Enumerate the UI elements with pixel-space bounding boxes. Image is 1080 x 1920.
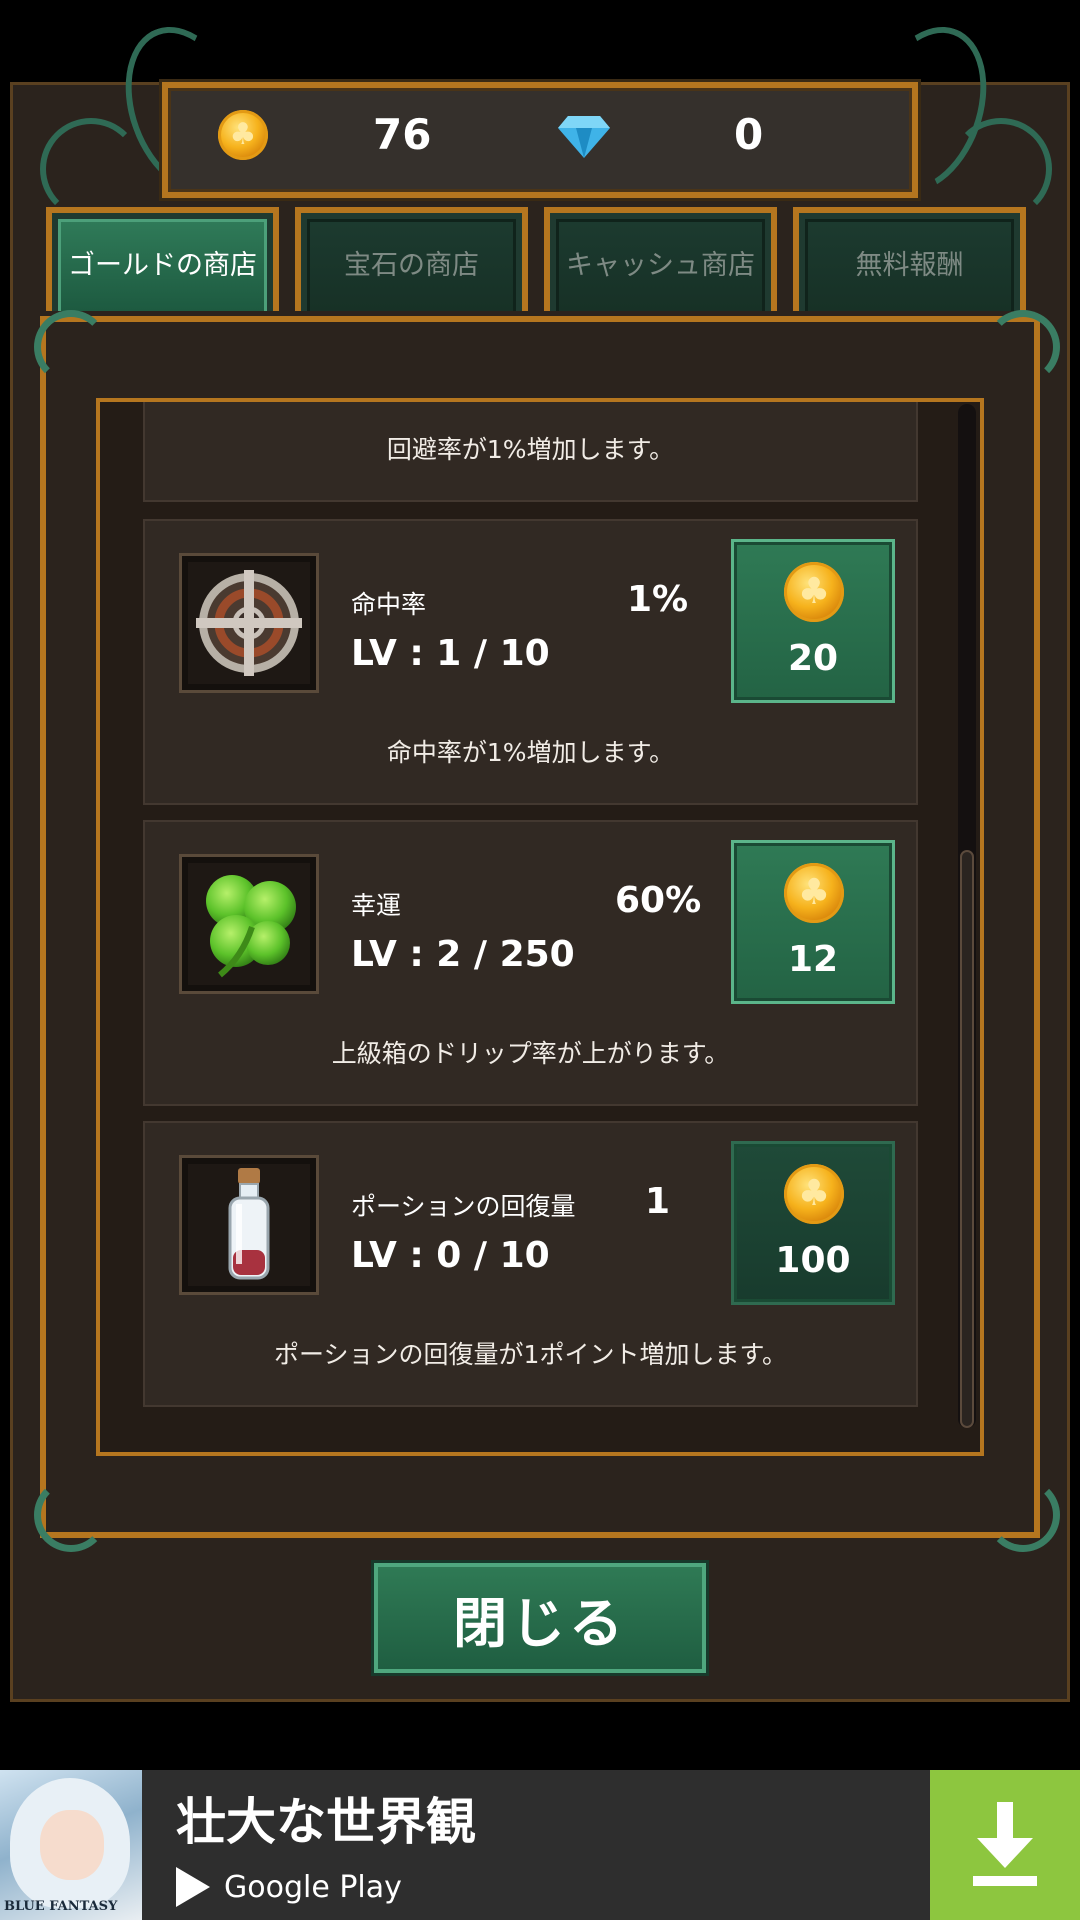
ad-thumbnail-logo: BLUE FANTASY — [4, 1899, 118, 1914]
item-value: 60% — [615, 880, 702, 921]
tab-gold-shop[interactable]: ゴールドの商店 — [46, 207, 279, 311]
buy-button[interactable]: ♣ 12 — [731, 840, 895, 1004]
download-icon — [973, 1802, 1037, 1886]
gem-amount: 0 — [734, 110, 764, 159]
item-description: 上級箱のドリップ率が上がります。 — [331, 1039, 730, 1068]
gold-coin-icon: ♣ — [784, 1164, 844, 1224]
buy-button[interactable]: ♣ 20 — [731, 539, 895, 703]
character-face — [40, 1810, 104, 1880]
play-icon — [176, 1867, 210, 1907]
buy-button[interactable]: ♣ 100 — [731, 1141, 895, 1305]
list-item: 幸運 60% LV : 2 / 250 ♣ 12 上級箱のドリップ率が上がります… — [143, 820, 918, 1106]
price-label: 100 — [775, 1240, 851, 1281]
tab-gem-shop[interactable]: 宝石の商店 — [295, 207, 528, 311]
corner-ornament — [34, 1478, 108, 1552]
tab-label: 宝石の商店 — [344, 249, 479, 281]
store-label: Google Play — [224, 1869, 402, 1905]
item-description: ポーションの回復量が1ポイント増加します。 — [274, 1340, 787, 1369]
price-label: 20 — [787, 638, 839, 679]
crosshair-icon — [196, 570, 302, 676]
ad-thumbnail[interactable]: BLUE FANTASY — [0, 1770, 142, 1920]
list-item: ポーションの回復量 1 LV : 0 / 10 ♣ 100 ポーションの回復量が… — [143, 1121, 918, 1407]
item-icon-frame — [179, 553, 319, 693]
item-level: LV : 2 / 250 — [351, 934, 575, 975]
download-button[interactable] — [930, 1770, 1080, 1920]
item-icon-frame — [179, 854, 319, 994]
google-play-badge[interactable]: Google Play — [176, 1864, 402, 1910]
corner-ornament — [34, 310, 108, 384]
item-description: 回避率が1%増加します。 — [386, 435, 675, 464]
close-button[interactable]: 閉じる — [374, 1563, 706, 1673]
tab-cash-shop[interactable]: キャッシュ商店 — [544, 207, 777, 311]
potion-icon — [228, 1168, 270, 1280]
item-description: 命中率が1%増加します。 — [386, 738, 675, 767]
item-level: LV : 0 / 10 — [351, 1235, 550, 1276]
ad-banner[interactable]: BLUE FANTASY 壮大な世界観 Google Play — [0, 1770, 1080, 1920]
diamond-icon — [558, 116, 610, 158]
tab-free-rewards[interactable]: 無料報酬 — [793, 207, 1026, 311]
price-label: 12 — [787, 939, 839, 980]
item-value: 1% — [627, 579, 689, 620]
gold-amount: 76 — [373, 110, 432, 159]
currency-bar: ♣ 76 0 — [162, 82, 918, 198]
corner-ornament — [986, 1478, 1060, 1552]
gold-coin-icon: ♣ — [784, 863, 844, 923]
corner-ornament — [986, 310, 1060, 384]
vine-ornament — [950, 118, 1052, 220]
tab-label: ゴールドの商店 — [68, 249, 257, 281]
list-item: 命中率 1% LV : 1 / 10 ♣ 20 命中率が1%増加します。 — [143, 519, 918, 805]
gold-coin-icon: ♣ — [218, 110, 268, 160]
tab-label: 無料報酬 — [855, 249, 964, 281]
vine-ornament — [40, 118, 142, 220]
clover-icon — [206, 875, 296, 978]
item-name: ポーションの回復量 — [351, 1192, 576, 1221]
item-level: LV : 1 / 10 — [351, 633, 550, 674]
item-icon-frame — [179, 1155, 319, 1295]
gold-coin-icon: ♣ — [784, 562, 844, 622]
scrollbar-thumb[interactable] — [960, 850, 974, 1428]
ad-title[interactable]: 壮大な世界観 — [176, 1782, 476, 1854]
list-item: 回避率が1%増加します。 — [143, 402, 918, 502]
tab-label: キャッシュ商店 — [566, 249, 755, 281]
item-name: 幸運 — [351, 891, 402, 920]
item-value: 1 — [645, 1181, 671, 1222]
item-name: 命中率 — [351, 590, 427, 619]
